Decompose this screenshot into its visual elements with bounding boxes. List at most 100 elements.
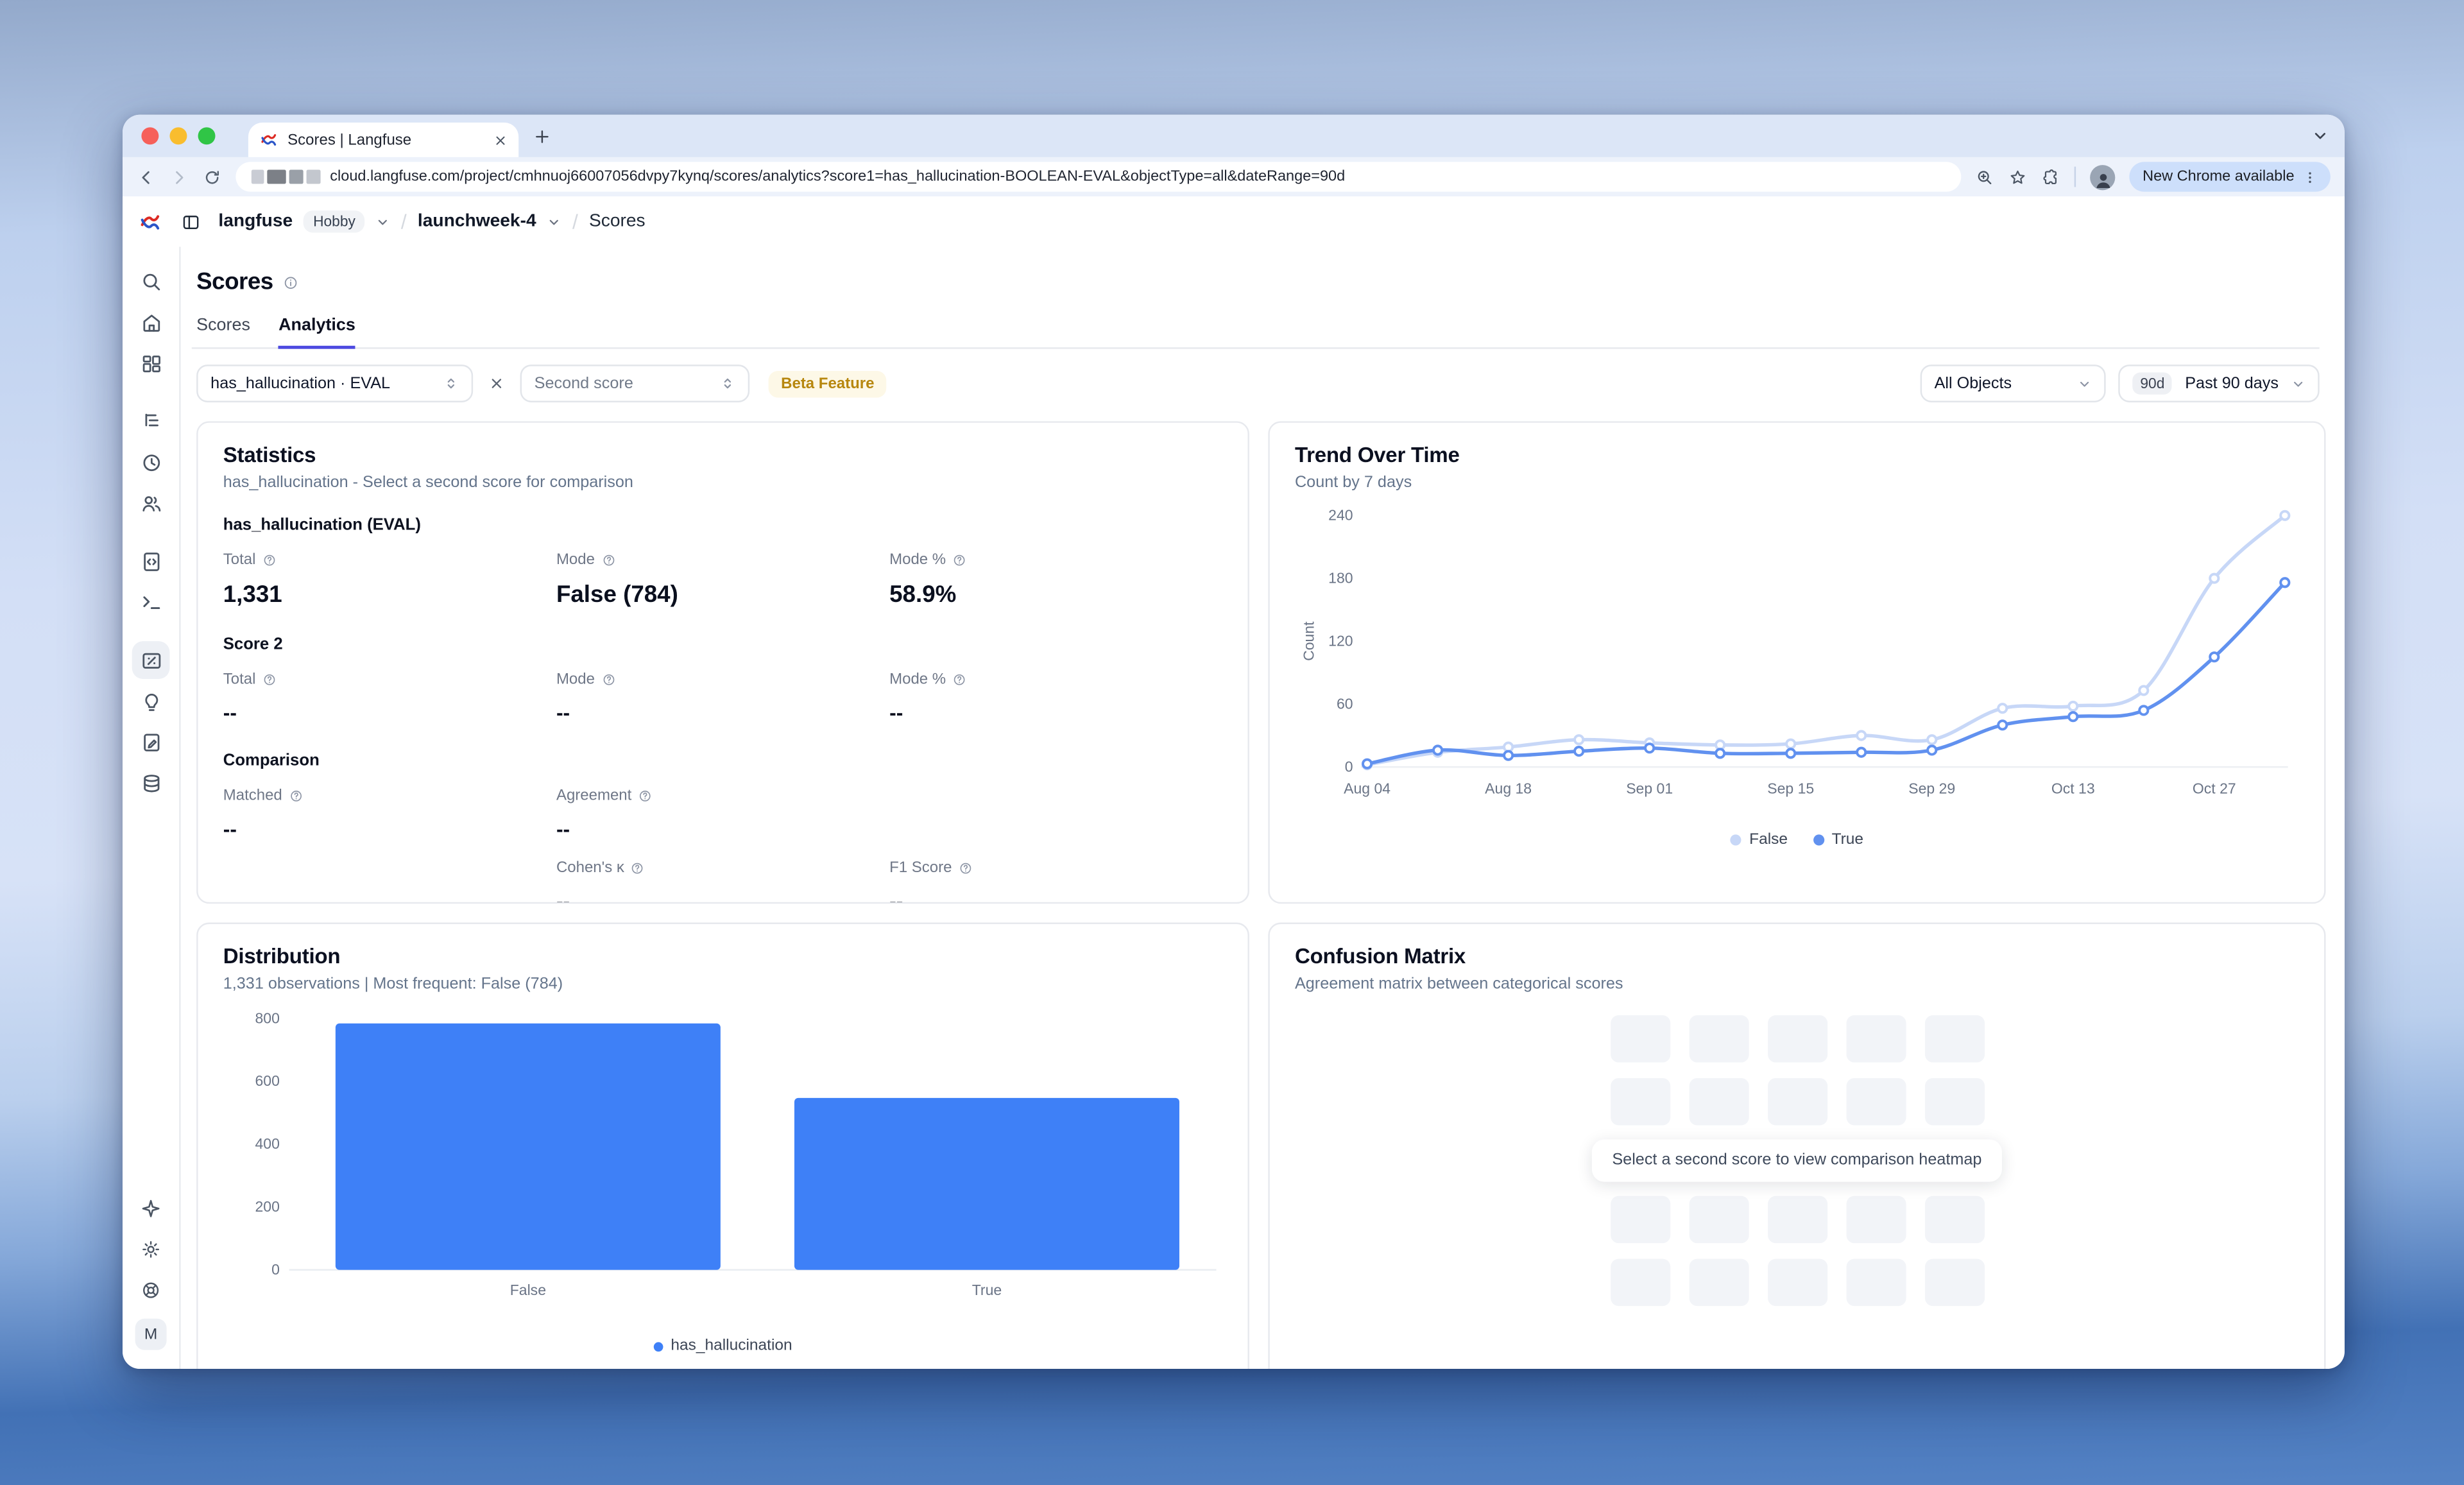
help-icon[interactable]: [958, 861, 972, 875]
metric-total: Total 1,331: [223, 552, 556, 608]
score1-select[interactable]: has_hallucination · EVAL: [196, 365, 473, 402]
heatmap-placeholder-cell: [1610, 1259, 1670, 1306]
browser-menu-icon[interactable]: [2302, 169, 2318, 184]
metric-total2: Total --: [223, 671, 556, 725]
cards-grid: Statistics has_hallucination - Select a …: [192, 421, 2320, 1369]
langfuse-app: langfuse Hobby / launchweek-4 / Scores M: [123, 196, 2345, 1369]
sidebar-item-scores[interactable]: [132, 641, 170, 679]
date-range-chip: 90d: [2132, 372, 2172, 394]
sidebar-item-search[interactable]: [130, 261, 171, 302]
new-tab-button[interactable]: [533, 126, 551, 145]
info-icon[interactable]: [282, 274, 298, 289]
prompts-icon: [139, 549, 163, 573]
profile-avatar[interactable]: [2091, 164, 2116, 189]
sidebar-item-prompts[interactable]: [130, 540, 171, 581]
metric-value: False (784): [556, 581, 889, 608]
clear-score-button[interactable]: [486, 375, 508, 391]
confusion-matrix-card: Confusion Matrix Agreement matrix betwee…: [1268, 923, 2325, 1369]
svg-text:Oct 13: Oct 13: [2051, 780, 2095, 797]
window-close-button[interactable]: [141, 127, 158, 144]
objects-filter-select[interactable]: All Objects: [1921, 365, 2106, 402]
scores-icon: [139, 648, 163, 672]
project-chevron-icon[interactable]: [547, 214, 561, 228]
sidebar-item-evaluation[interactable]: [130, 680, 171, 721]
comparison-heading: Comparison: [223, 751, 1223, 770]
heatmap-placeholder-cell: [1845, 1259, 1905, 1306]
window-zoom-button[interactable]: [198, 127, 216, 144]
trend-line-chart[interactable]: 060120180240CountAug 04Aug 18Sep 01Sep 1…: [1295, 497, 2297, 811]
forward-button[interactable]: [169, 167, 188, 186]
score1-heading: has_hallucination (EVAL): [223, 515, 1223, 534]
support-icon[interactable]: [140, 1279, 162, 1301]
upgrade-icon[interactable]: [140, 1197, 162, 1219]
sidebar-item-users[interactable]: [130, 483, 171, 524]
org-chevron-icon[interactable]: [376, 214, 390, 228]
trend-title: Trend Over Time: [1295, 443, 2299, 467]
desktop-wallpaper: Scores | Langfuse cloud.langfuse.com/pro…: [0, 0, 2464, 1485]
heatmap-placeholder-cell: [1845, 1015, 1905, 1062]
distribution-card: Distribution 1,331 observations | Most f…: [196, 923, 1249, 1369]
project-name[interactable]: launchweek-4: [418, 212, 536, 231]
evaluation-icon: [139, 689, 163, 713]
sidebar-item-dashboards[interactable]: [130, 343, 171, 384]
metric-label: F1 Score: [889, 860, 952, 877]
help-icon[interactable]: [638, 789, 652, 803]
window-minimize-button[interactable]: [169, 127, 187, 144]
heatmap-placeholder-cell: [1688, 1259, 1748, 1306]
help-icon[interactable]: [952, 673, 966, 687]
extensions-icon[interactable]: [2042, 167, 2060, 186]
date-range-select[interactable]: 90d Past 90 days: [2118, 365, 2320, 402]
help-icon[interactable]: [262, 553, 276, 567]
app-body: M Scores Scores Analytics has_hallucinat…: [123, 246, 2345, 1369]
bookmark-star-icon[interactable]: [2009, 167, 2028, 186]
settings-icon[interactable]: [140, 1239, 162, 1260]
plan-badge[interactable]: Hobby: [304, 210, 364, 232]
trend-legend: False True: [1295, 832, 2299, 849]
tab-analytics[interactable]: Analytics: [278, 316, 355, 348]
sidebar-item-datasets[interactable]: [130, 762, 171, 803]
person-icon: [2093, 169, 2114, 189]
breadcrumb-separator: /: [572, 209, 578, 233]
legend-item-true[interactable]: True: [1813, 832, 1863, 849]
metric-cohens-kappa: Cohen's κ --: [556, 860, 889, 904]
svg-text:120: 120: [1328, 633, 1353, 649]
chrome-update-button[interactable]: New Chrome available: [2130, 162, 2331, 192]
metric-value: 1,331: [223, 581, 556, 608]
heatmap-placeholder-cell: [1924, 1259, 1984, 1306]
legend-item-has_hallucination[interactable]: has_hallucination: [653, 1337, 792, 1355]
help-icon[interactable]: [601, 673, 615, 687]
help-icon[interactable]: [601, 553, 615, 567]
sidebar: M: [123, 246, 181, 1369]
back-button[interactable]: [137, 167, 155, 186]
heatmap-placeholder-cell: [1924, 1015, 1984, 1062]
beta-feature-badge: Beta Feature: [769, 370, 887, 397]
help-icon[interactable]: [262, 673, 276, 687]
sidebar-item-home[interactable]: [130, 302, 171, 343]
help-icon[interactable]: [952, 553, 966, 567]
help-icon[interactable]: [631, 861, 645, 875]
close-tab-icon[interactable]: [493, 133, 508, 147]
sidebar-item-playground[interactable]: [130, 581, 171, 622]
zoom-icon[interactable]: [1976, 167, 1995, 186]
legend-item-false[interactable]: False: [1731, 832, 1788, 849]
tab-search-chevron-icon[interactable]: [2311, 127, 2329, 144]
sidebar-item-tracing[interactable]: [130, 400, 171, 442]
user-avatar[interactable]: M: [135, 1319, 167, 1350]
reload-button[interactable]: [203, 167, 221, 186]
metric-value: --: [556, 817, 889, 841]
svg-text:400: 400: [255, 1135, 280, 1152]
metric-label: Agreement: [556, 787, 631, 805]
org-name[interactable]: langfuse: [218, 212, 293, 231]
svg-text:Count: Count: [1300, 621, 1317, 661]
score2-select[interactable]: Second score: [520, 365, 750, 402]
sidebar-toggle-icon[interactable]: [181, 211, 201, 232]
metric-value: --: [223, 817, 556, 841]
address-bar[interactable]: cloud.langfuse.com/project/cmhnuoj660070…: [235, 162, 1962, 192]
tab-scores[interactable]: Scores: [196, 316, 250, 347]
distribution-bar-chart[interactable]: 0200400600800FalseTrue: [223, 1002, 1226, 1310]
metric-label: Mode %: [889, 671, 946, 689]
browser-tab-active[interactable]: Scores | Langfuse: [248, 123, 518, 157]
sidebar-item-sessions[interactable]: [130, 442, 171, 483]
sidebar-item-annotation[interactable]: [130, 721, 171, 762]
help-icon[interactable]: [289, 789, 303, 803]
